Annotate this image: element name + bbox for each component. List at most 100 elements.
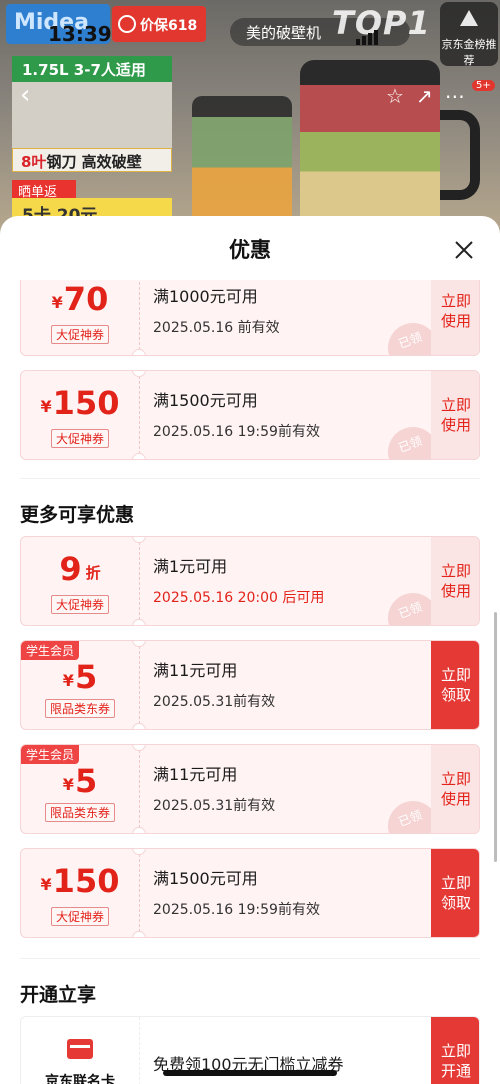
coupon-notch [132,931,146,937]
coupon-amount-value: 9 [59,550,82,588]
coupon-currency: ¥ [62,775,74,794]
price-protect-label: 价保618 [140,18,198,34]
use-now-button[interactable]: 立即 使用 [431,537,479,625]
share-icon[interactable]: ↗ [416,84,433,108]
coupon-card: 9折 大促神券 满1元可用 2025.05.16 20:00 后可用 已领 立即… [20,536,480,626]
coupon-notch [132,453,146,459]
coupon-value-area: ¥5 限品类东券 [21,641,139,729]
sheet-header: 优惠 [0,216,500,280]
coupon-unit: 折 [85,564,101,582]
coupon-currency: ¥ [51,293,63,312]
close-icon [455,241,473,259]
coupon-value-area: ¥150 大促神券 [21,849,139,937]
shield-icon [118,15,136,33]
coupon-divider [139,537,140,625]
use-now-button[interactable]: 立即 使用 [431,745,479,833]
home-indicator [163,1070,337,1076]
coupon-card: ¥70 大促神券 满1000元可用 2025.05.16 前有效 已领 立即 使… [20,280,480,356]
favorite-star-icon[interactable]: ☆ [386,84,404,108]
coupon-tag: 大促神券 [50,429,110,448]
coupon-amount-value: 150 [52,384,120,422]
coupon-amount: ¥150 [21,385,139,421]
sheet-title: 优惠 [229,238,271,262]
coupon-divider [139,280,140,355]
coupon-amount-value: 5 [74,658,98,696]
open-now-button[interactable]: 立即 开通 [431,1017,479,1084]
close-button[interactable] [452,238,476,262]
open-offers-title: 开通立享 [20,984,97,1006]
coupon-value-area: ¥150 大促神券 [21,371,139,459]
section-divider [20,958,480,959]
coupon-condition: 满11元可用 [153,661,238,680]
coupon-currency: ¥ [40,875,52,894]
section-divider [20,478,480,479]
card-name: 京东联名卡 [45,1074,115,1084]
cart-count-badge: 5+ [472,80,495,91]
product-page-background: Midea 价保618 美的破壁机 TOP1 京东金榜推荐 13:39 1.75… [0,0,500,240]
coupon-validity: 2025.05.16 20:00 后可用 [153,590,325,606]
coupon-divider [139,641,140,729]
claim-now-button[interactable]: 立即 领取 [431,641,479,729]
coupon-condition: 满1000元可用 [153,287,258,306]
claim-now-label: 立即 领取 [440,874,471,912]
coupon-condition: 满11元可用 [153,765,238,784]
use-now-label: 立即 使用 [440,292,471,330]
coupon-amount-value: 70 [63,280,109,318]
claim-now-label: 立即 领取 [440,666,471,704]
offers-sheet: 优惠 ¥70 大促神券 满1000元可用 2025.05.16 前有效 已领 立… [0,216,500,1084]
rank-triangle-icon [460,10,478,26]
status-time: 13:39 [48,22,112,46]
coupon-amount: ¥5 [21,763,139,799]
jd-rank-badge-label: 京东金榜推荐 [441,38,497,67]
blade-label: 8叶钢刀 高效破壁 [12,148,172,172]
coupon-validity: 2025.05.31前有效 [153,694,276,710]
blade-prefix: 8叶 [21,153,47,171]
blender-handle [440,110,480,200]
card-icon-wrap [21,1039,139,1063]
coupon-currency: ¥ [62,671,74,690]
claim-now-button[interactable]: 立即 领取 [431,849,479,937]
coupon-validity: 2025.05.31前有效 [153,798,276,814]
product-thumbnail[interactable] [12,82,172,148]
coupon-notch [132,349,146,355]
more-icon[interactable]: ⋯ [445,84,465,108]
coupon-tag: 大促神券 [50,595,110,614]
coupon-amount-value: 5 [74,762,98,800]
coupon-amount: 9折 [21,551,139,587]
coupon-tag: 大促神券 [50,325,110,344]
use-now-label: 立即 使用 [440,770,471,808]
coupon-value-area: ¥70 大促神券 [21,280,139,355]
coupon-card: 学生会员 ¥5 限品类东券 满11元可用 2025.05.31前有效 立即 领取 [20,640,480,730]
coupon-amount: ¥150 [21,863,139,899]
coupon-validity: 2025.05.16 前有效 [153,320,280,336]
coupon-divider [139,371,140,459]
coupon-divider [139,745,140,833]
coupon-card: 学生会员 ¥5 限品类东券 满11元可用 2025.05.31前有效 已领 立即… [20,744,480,834]
scrollbar[interactable] [494,612,497,862]
use-now-button[interactable]: 立即 使用 [431,371,479,459]
jd-rank-badge[interactable]: 京东金榜推荐 [440,2,498,67]
coupon-amount: ¥5 [21,659,139,695]
coupon-value-area: ¥5 限品类东券 [21,745,139,833]
use-now-button[interactable]: 立即 使用 [431,280,479,355]
coupon-card: ¥150 大促神券 满1500元可用 2025.05.16 19:59前有效 已… [20,370,480,460]
card-area: 京东联名卡 [21,1017,139,1084]
rank-pill-label: 美的破壁机 [246,24,322,42]
price-protect-badge: 价保618 [112,6,206,42]
coupon-amount-value: 150 [52,862,120,900]
coupon-condition: 满1元可用 [153,557,228,576]
blade-text: 钢刀 高效破壁 [46,153,142,171]
coupon-notch [132,827,146,833]
back-arrow-icon[interactable]: ‹ [20,80,30,110]
more-offers-title: 更多可享优惠 [20,504,135,526]
coupon-notch [132,723,146,729]
coupon-card: ¥150 大促神券 满1500元可用 2025.05.16 19:59前有效 立… [20,848,480,938]
coupon-amount: ¥70 [21,281,139,317]
coupon-validity: 2025.05.16 19:59前有效 [153,424,320,440]
blender-image-small [192,96,292,226]
use-now-label: 立即 使用 [440,562,471,600]
offers-scroll-area[interactable]: ¥70 大促神券 满1000元可用 2025.05.16 前有效 已领 立即 使… [0,280,500,1084]
coupon-condition: 满1500元可用 [153,391,258,410]
coupon-tag: 限品类东券 [44,803,116,822]
review-rebate-tag: 晒单返 [12,180,76,200]
